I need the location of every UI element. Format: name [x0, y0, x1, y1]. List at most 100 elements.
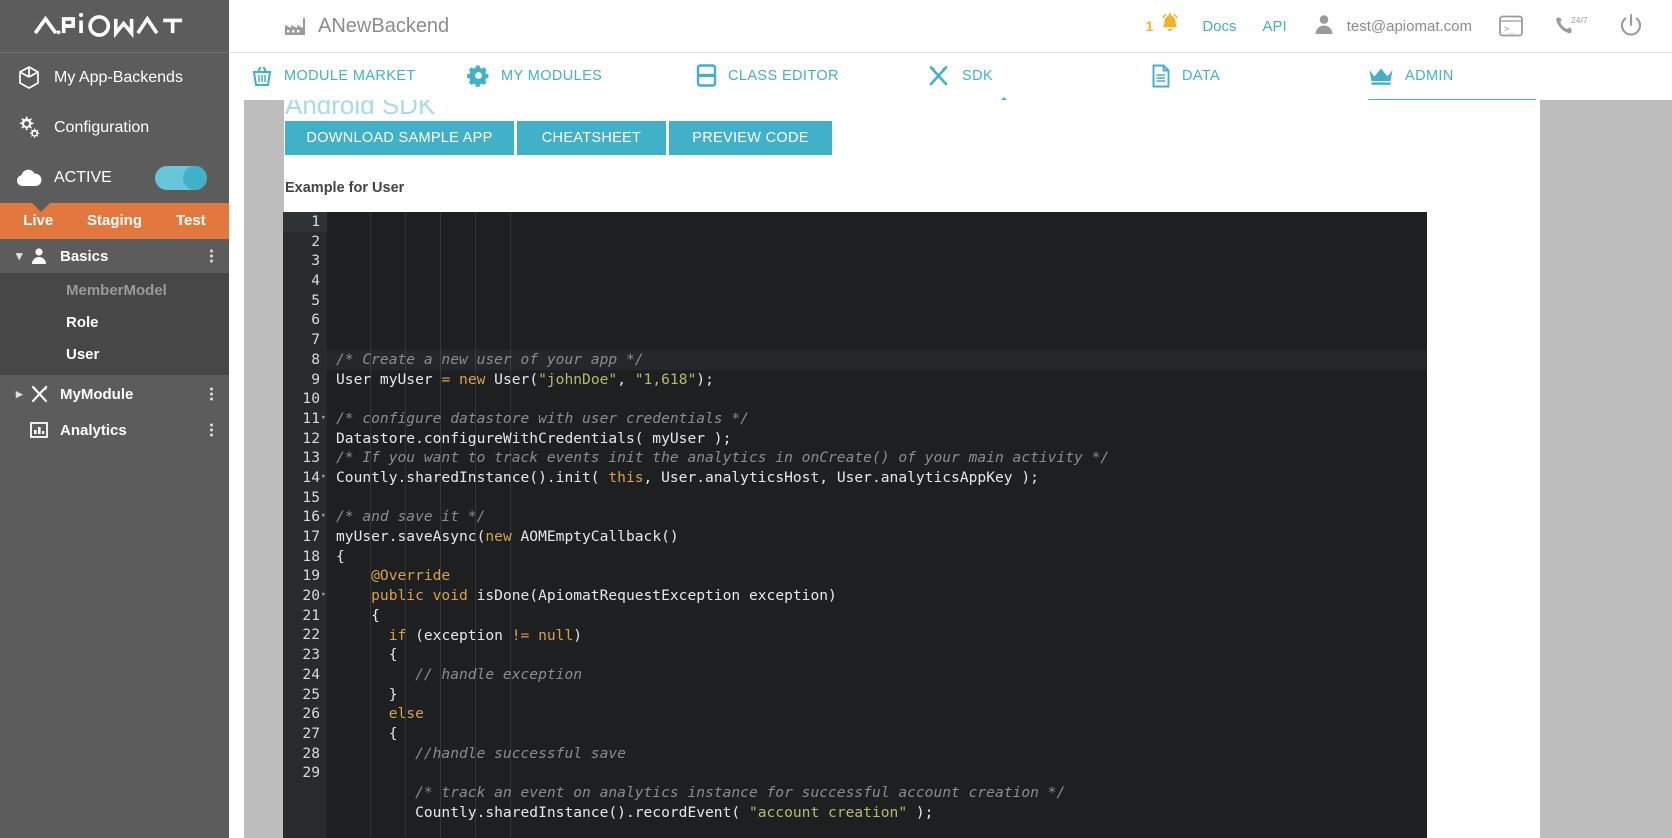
code-line[interactable]: } [327, 685, 1427, 705]
gutter-line-number: 21 [302, 606, 320, 624]
code-line[interactable]: if (exception != null) [327, 626, 1427, 646]
tree-group-mymodule[interactable]: ▸ MyModule [0, 377, 229, 411]
user-account[interactable]: test@apiomat.com [1313, 13, 1472, 40]
code-line[interactable]: // handle exception [327, 665, 1427, 685]
code-line[interactable]: @Override [327, 566, 1427, 586]
action-button-row: DOWNLOAD SAMPLE APP CHEATSHEET PREVIEW C… [285, 121, 835, 155]
code-line[interactable]: myUser.saveAsync(new AOMEmptyCallback() [327, 527, 1427, 547]
sidebar-item-label: ACTIVE [54, 169, 112, 186]
gutter-line-number: 13 [302, 449, 320, 467]
code-token: = [441, 370, 451, 388]
tab-module-market[interactable]: MODULE MARKET [229, 53, 453, 98]
api-link[interactable]: API [1263, 18, 1287, 35]
code-line[interactable]: /* If you want to track events init the … [327, 448, 1427, 468]
fold-toggle-icon[interactable]: ▾ [321, 468, 326, 488]
gutter-line-number: 6 [311, 311, 320, 329]
tab-sdk[interactable]: SDK [907, 53, 1133, 108]
kebab-menu-icon[interactable] [210, 423, 213, 437]
download-sample-app-button[interactable]: DOWNLOAD SAMPLE APP [285, 121, 514, 155]
gutter-line-number: 28 [302, 744, 320, 762]
code-token: else [336, 705, 424, 723]
code-line[interactable]: Datastore.configureWithCredentials( myUs… [327, 429, 1427, 449]
code-line[interactable]: //handle successful save [327, 744, 1427, 764]
person-icon [30, 246, 56, 266]
gutter-line-number: 17 [302, 528, 320, 545]
code-line[interactable]: /* Create a new user of your app */ [327, 349, 1427, 370]
code-line[interactable]: else [327, 704, 1427, 724]
tree-group-analytics[interactable]: Analytics [0, 413, 229, 447]
code-token: User( [485, 370, 539, 388]
tab-label: ADMIN [1405, 67, 1454, 84]
code-line[interactable] [327, 389, 1427, 409]
kebab-menu-icon[interactable] [210, 387, 213, 401]
code-editor[interactable]: 1 2 3 4 5 6 7 8 9 10 11 ▾ 12 13 14 ▾ 15 16 ▾ 17 18 19 20 ▾ 21 22 2… [283, 212, 1427, 838]
gears-icon [12, 113, 46, 143]
kebab-menu-icon[interactable] [210, 249, 213, 263]
editor-gutter: 1 2 3 4 5 6 7 8 9 10 11 ▾ 12 13 14 ▾ 15 16 ▾ 17 18 19 20 ▾ 21 22 2… [283, 212, 327, 838]
sidebar-item-configuration[interactable]: Configuration [0, 103, 229, 153]
fold-toggle-icon[interactable]: ▾ [321, 409, 326, 429]
chevron-down-icon[interactable]: ▾ [16, 248, 30, 264]
code-line[interactable]: Countly.sharedInstance().recordEvent( "a… [327, 803, 1427, 823]
gutter-line-number: 2 [311, 232, 320, 250]
tab-class-editor[interactable]: CLASS EDITOR [680, 53, 907, 98]
tab-admin[interactable]: ADMIN [1348, 53, 1562, 104]
code-line[interactable]: /* configure datastore with user credent… [327, 409, 1427, 429]
apiomat-logo[interactable] [0, 0, 229, 53]
code-line[interactable]: /* and save it */ [327, 507, 1427, 527]
environment-tabs: Live Staging Test [0, 203, 229, 239]
active-toggle[interactable] [155, 166, 207, 190]
content-scrollbar-left[interactable] [244, 100, 284, 838]
code-line[interactable] [327, 763, 1427, 783]
code-line[interactable]: { [327, 645, 1427, 665]
tab-label: DATA [1182, 67, 1221, 84]
phone-24-7-icon[interactable]: 24/7 [1554, 14, 1588, 38]
gutter-line-number: 25 [302, 685, 320, 703]
fold-toggle-icon[interactable]: ▾ [321, 586, 326, 606]
notifications[interactable]: 1 [1146, 12, 1183, 41]
tree-leaf-role[interactable]: Role [0, 307, 229, 339]
tree-group-basics[interactable]: ▾ Basics [0, 239, 229, 273]
sidebar-item-label: My App-Backends [54, 69, 183, 86]
code-token: /* configure datastore with user credent… [336, 409, 749, 427]
editor-code[interactable]: /* Create a new user of your app */ User … [327, 212, 1427, 838]
sidebar-item-my-app-backends[interactable]: My App-Backends [0, 53, 229, 103]
code-line[interactable]: User myUser = new User("johnDoe", "1,618… [327, 370, 1427, 390]
power-icon[interactable] [1618, 13, 1644, 39]
chevron-right-icon[interactable]: ▸ [16, 386, 30, 402]
docs-link[interactable]: Docs [1202, 18, 1236, 35]
code-token: ); [907, 803, 934, 821]
gutter-line-number: 24 [302, 665, 320, 683]
code-line[interactable]: public void isDone(ApiomatRequestExcepti… [327, 586, 1427, 606]
content-scrollbar-right[interactable] [1540, 100, 1672, 838]
code-token: "johnDoe" [538, 370, 618, 388]
code-token: public void [336, 587, 468, 605]
tab-data[interactable]: DATA [1133, 53, 1348, 98]
code-line[interactable] [327, 488, 1427, 508]
bell-icon[interactable] [1158, 12, 1182, 41]
preview-code-button[interactable]: PREVIEW CODE [669, 121, 832, 155]
cloud-icon [12, 163, 46, 193]
code-token: /* Create a new user of your app */ [336, 350, 644, 368]
code-line[interactable]: Countly.sharedInstance().init( this, Use… [327, 468, 1427, 488]
tree-leaf-membermodel[interactable]: MemberModel [0, 275, 229, 307]
sidebar-item-active[interactable]: ACTIVE [0, 153, 229, 203]
backend-title[interactable]: ANewBackend [284, 15, 449, 38]
code-line[interactable]: { [327, 724, 1427, 744]
terminal-icon[interactable]: >_ [1498, 14, 1524, 38]
fold-toggle-icon[interactable]: ▾ [321, 507, 326, 527]
gutter-line-number: 23 [302, 646, 320, 664]
code-line[interactable] [327, 822, 1427, 838]
code-line[interactable]: { [327, 547, 1427, 567]
env-tab-test[interactable]: Test [153, 203, 229, 239]
code-line[interactable]: /* track an event on analytics instance … [327, 783, 1427, 803]
cheatsheet-button[interactable]: CHEATSHEET [517, 121, 666, 155]
tree-leaf-user[interactable]: User [0, 339, 229, 371]
env-tab-staging[interactable]: Staging [76, 203, 152, 239]
code-line[interactable]: { [327, 606, 1427, 626]
app-root: My App-Backends Configuration ACTIVE Liv… [0, 0, 1672, 838]
tab-my-modules[interactable]: MY MODULES [453, 53, 680, 98]
code-token: new [485, 528, 512, 546]
